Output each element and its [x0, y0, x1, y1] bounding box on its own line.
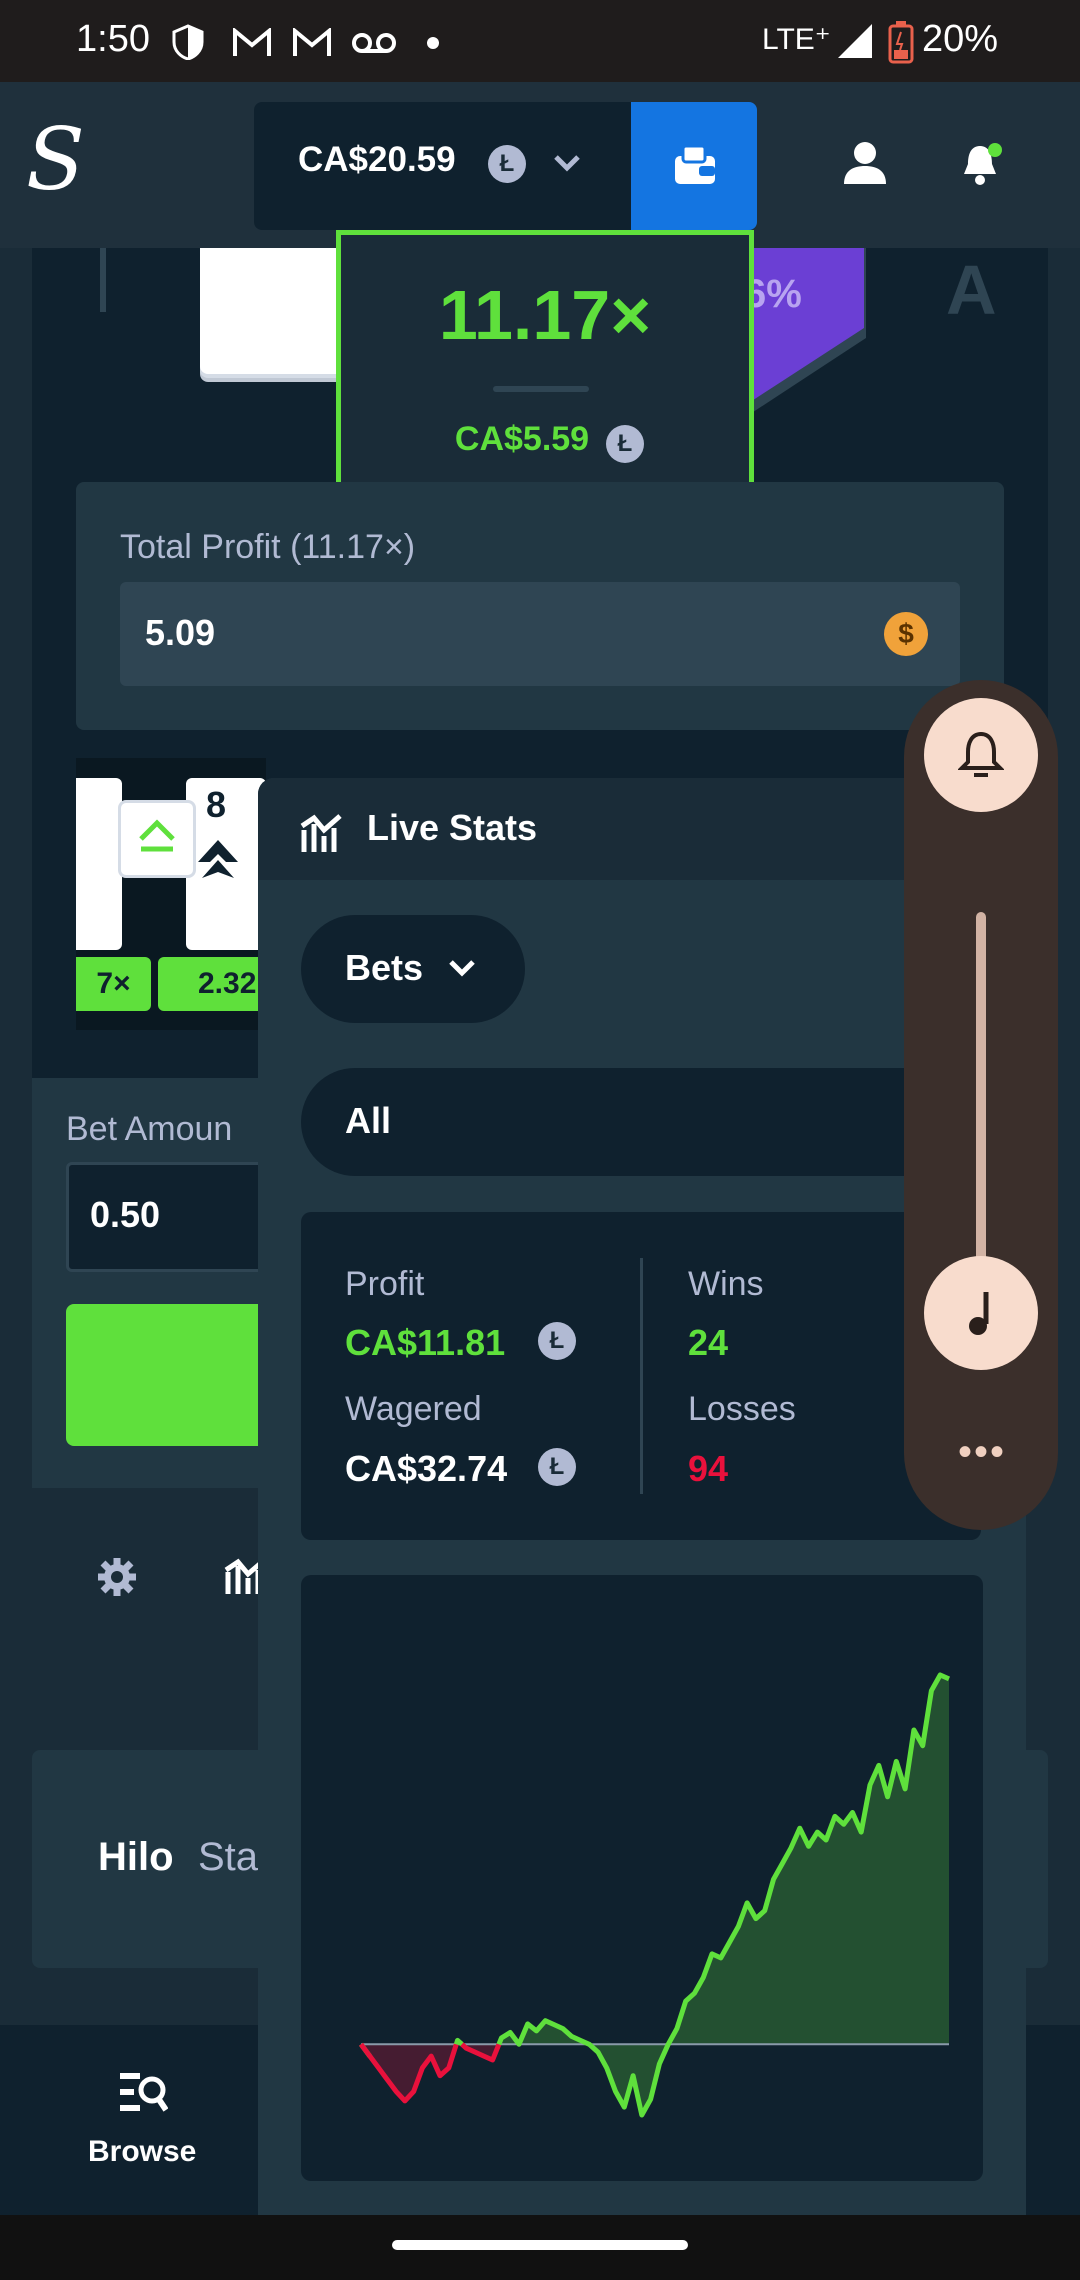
- dot-icon: [427, 37, 439, 49]
- card-rank: 8: [206, 784, 227, 825]
- balance-amount: CA$20.59: [298, 140, 456, 179]
- spade-icon: [198, 840, 238, 878]
- card-tag: 2.32: [158, 957, 266, 1011]
- multiplier-card: [336, 230, 754, 512]
- profit-label: Profit: [345, 1265, 425, 1303]
- wagered-value: CA$32.74: [345, 1448, 508, 1489]
- dollar-coin-icon: $: [884, 612, 928, 656]
- bell-icon: [958, 731, 1004, 777]
- user-icon[interactable]: [842, 140, 888, 186]
- gmail-icon: [233, 28, 271, 56]
- notification-bell-icon[interactable]: [960, 142, 1002, 186]
- gear-icon[interactable]: [96, 1556, 138, 1598]
- total-profit-label: Total Profit (11.17×): [120, 528, 416, 566]
- wallet-icon: [675, 144, 715, 184]
- status-bar: 1:50 LTE⁺ 20%: [0, 0, 1080, 82]
- nav-browse-label[interactable]: Browse: [88, 2135, 196, 2169]
- volume-slider-track[interactable]: [976, 912, 986, 1302]
- more-options-icon[interactable]: •••: [958, 1430, 1006, 1475]
- stats-divider: [640, 1258, 643, 1494]
- volume-slider-handle[interactable]: [924, 1256, 1038, 1370]
- live-stats-icon: [300, 814, 342, 852]
- profit-chart-container: [301, 1575, 983, 2181]
- stats-type-label: Bets: [345, 947, 424, 988]
- music-note-icon: [969, 1292, 989, 1335]
- profit-line-2: [453, 2037, 464, 2047]
- wins-label: Wins: [688, 1265, 764, 1303]
- bet-amount-value: 0.50: [90, 1194, 161, 1235]
- stake-logo[interactable]: S: [26, 110, 85, 210]
- game-stats-tab[interactable]: Sta: [198, 1835, 258, 1880]
- profit-chart: [358, 1672, 951, 2118]
- litecoin-icon: Ł: [488, 145, 526, 183]
- wins-value: 24: [688, 1322, 729, 1363]
- card-tag: 7×: [76, 957, 151, 1011]
- losses-label: Losses: [688, 1390, 796, 1428]
- card-deck: [200, 248, 350, 374]
- gmail-icon-2: [293, 28, 331, 56]
- divider-line: [100, 248, 106, 312]
- multiplier-divider: [493, 386, 589, 392]
- live-stats-title: Live Stats: [367, 807, 538, 848]
- multiplier-value: 11.17×: [438, 276, 652, 354]
- litecoin-icon: Ł: [538, 1448, 576, 1486]
- signal-icon: [838, 24, 872, 58]
- side-card-letter: A: [946, 251, 997, 329]
- total-profit-value: 5.09: [145, 612, 216, 653]
- profit-value: CA$11.81: [345, 1322, 506, 1363]
- chevron-down-icon: [449, 960, 475, 977]
- battery-icon: [888, 21, 914, 64]
- profit-area-4: [498, 1675, 949, 2115]
- chevron-down-icon[interactable]: [552, 152, 582, 174]
- multiplier-payout: CA$5.59: [454, 420, 590, 458]
- voicemail-icon: [352, 33, 396, 53]
- wagered-label: Wagered: [345, 1390, 482, 1428]
- status-time: 1:50: [76, 18, 150, 60]
- game-title: Hilo: [98, 1835, 174, 1879]
- litecoin-icon: Ł: [538, 1322, 576, 1360]
- history-card: [76, 778, 122, 950]
- ringer-button[interactable]: [924, 698, 1038, 812]
- bet-button[interactable]: [66, 1304, 266, 1446]
- litecoin-icon: Ł: [606, 425, 644, 463]
- wallet-button[interactable]: [631, 102, 757, 230]
- browse-icon[interactable]: [118, 2070, 168, 2118]
- stats-filter-label: All: [345, 1100, 392, 1141]
- shield-icon: [172, 24, 204, 60]
- battery-percent: 20%: [922, 18, 999, 60]
- home-gesture-pill[interactable]: [392, 2240, 688, 2250]
- bet-amount-label: Bet Amoun: [66, 1110, 233, 1148]
- losses-value: 94: [688, 1448, 729, 1489]
- network-type: LTE⁺: [762, 23, 831, 56]
- total-profit-field: [120, 582, 960, 686]
- arrow-up-icon: [139, 819, 175, 852]
- higher-indicator: [118, 800, 196, 878]
